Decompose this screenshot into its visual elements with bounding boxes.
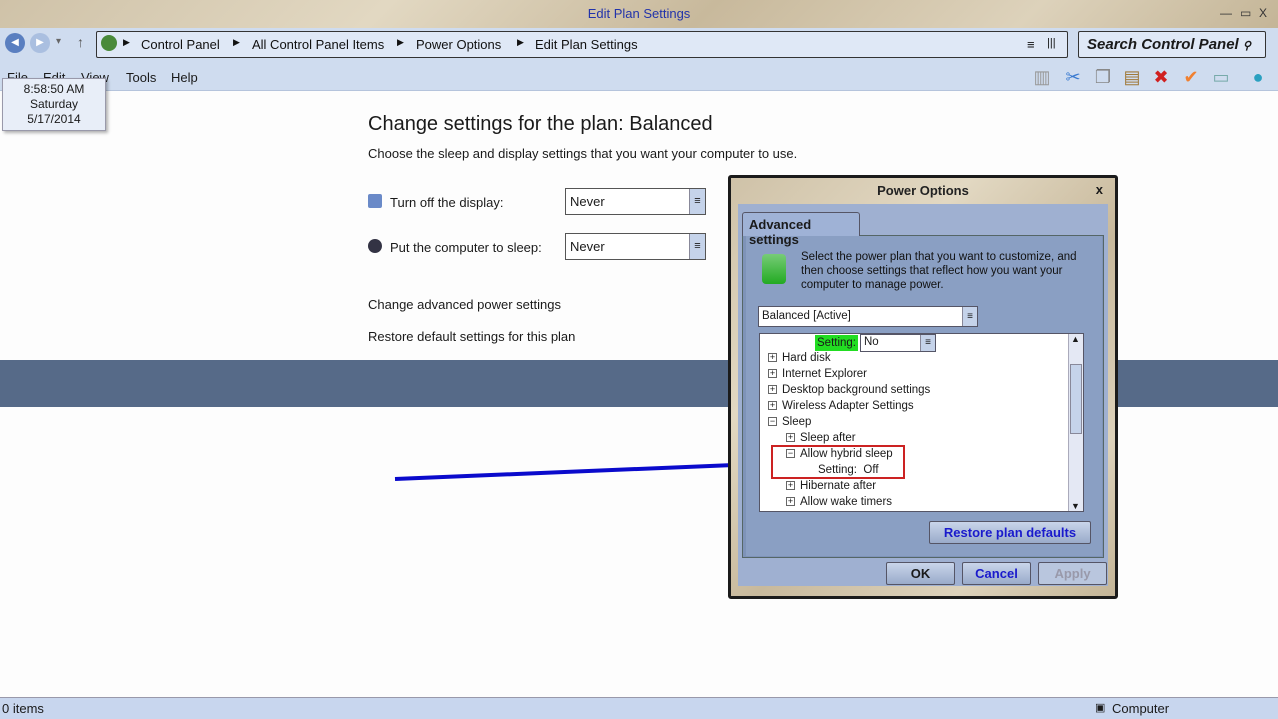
- tree-item-sleep[interactable]: − Sleep: [768, 415, 811, 429]
- tree-item-internet-explorer[interactable]: + Internet Explorer: [768, 367, 867, 381]
- tab-panel-inner: Select the power plan that you want to c…: [746, 236, 1102, 556]
- dropdown-icon: ≡: [962, 307, 977, 326]
- computer-icon: ▣: [1095, 702, 1106, 714]
- collapse-icon[interactable]: −: [786, 449, 795, 459]
- expand-icon[interactable]: +: [768, 353, 777, 363]
- expand-icon[interactable]: +: [786, 433, 795, 443]
- tree-item-label: Sleep after: [800, 432, 856, 444]
- expand-icon[interactable]: +: [786, 481, 795, 491]
- expand-icon[interactable]: +: [768, 401, 777, 411]
- item-count: 0 items: [2, 701, 44, 716]
- settings-tree[interactable]: Setting: No ≡ + Hard disk + Internet Explor…: [759, 333, 1084, 512]
- tree-item-label: Allow wake timers: [800, 496, 893, 508]
- scroll-down-icon[interactable]: ▼: [1071, 501, 1080, 511]
- dialog-description: Select the power plan that you want to c…: [801, 251, 1077, 291]
- dialog-title: Power Options: [877, 183, 969, 198]
- status-bar: 0 items ▣ Computer: [0, 697, 1278, 719]
- cancel-button[interactable]: Cancel: [962, 562, 1031, 585]
- scrollbar-thumb[interactable]: [1070, 364, 1082, 434]
- tree-item-desktop-background[interactable]: + Desktop background settings: [768, 383, 930, 397]
- tree-item-hard-disk[interactable]: + Hard disk: [768, 351, 831, 365]
- power-options-dialog: Power Options x Advanced settings Select…: [728, 175, 1118, 599]
- battery-plug-icon: [762, 254, 786, 284]
- collapse-icon[interactable]: −: [768, 417, 777, 427]
- restore-plan-defaults-button[interactable]: Restore plan defaults: [929, 521, 1091, 544]
- dialog-body: Advanced settings Select the power plan …: [738, 204, 1108, 586]
- plan-select[interactable]: Balanced [Active] ≡: [758, 306, 978, 327]
- hybrid-sleep-setting[interactable]: Setting: Off: [818, 463, 879, 477]
- location-label: Computer: [1112, 701, 1170, 716]
- tree-item-label: Desktop background settings: [782, 384, 931, 396]
- ok-button[interactable]: OK: [886, 562, 955, 585]
- setting-value: No: [864, 336, 879, 348]
- tree-item-label: Wireless Adapter Settings: [782, 400, 914, 412]
- expand-icon[interactable]: +: [768, 369, 777, 379]
- tab-panel: Select the power plan that you want to c…: [742, 235, 1104, 558]
- tree-item-sleep-after[interactable]: + Sleep after: [786, 431, 856, 445]
- tree-item-allow-wake-timers[interactable]: + Allow wake timers: [786, 495, 892, 509]
- tree-item-label: Hibernate after: [800, 480, 877, 492]
- plan-value: Balanced [Active]: [762, 310, 851, 322]
- tree-item-wireless-adapter[interactable]: + Wireless Adapter Settings: [768, 399, 914, 413]
- scrollbar[interactable]: ▲ ▼: [1068, 334, 1083, 511]
- expand-icon[interactable]: +: [786, 497, 795, 507]
- apply-button[interactable]: Apply: [1038, 562, 1107, 585]
- tree-item-label: Allow hybrid sleep: [800, 448, 893, 460]
- setting-value-select[interactable]: No ≡: [860, 334, 936, 352]
- scroll-up-icon[interactable]: ▲: [1071, 334, 1080, 344]
- setting-label: Setting:: [815, 335, 858, 351]
- dialog-close-button[interactable]: x: [1096, 182, 1103, 197]
- tree-item-label: Internet Explorer: [782, 368, 868, 380]
- tree-item-allow-hybrid-sleep[interactable]: − Allow hybrid sleep: [786, 447, 893, 461]
- expand-icon[interactable]: +: [768, 385, 777, 395]
- tab-advanced-settings[interactable]: Advanced settings: [742, 212, 860, 247]
- dropdown-icon: ≡: [920, 335, 935, 351]
- tree-item-hibernate-after[interactable]: + Hibernate after: [786, 479, 876, 493]
- tree-item-label: Hard disk: [782, 352, 831, 364]
- tree-item-label: Sleep: [782, 416, 812, 428]
